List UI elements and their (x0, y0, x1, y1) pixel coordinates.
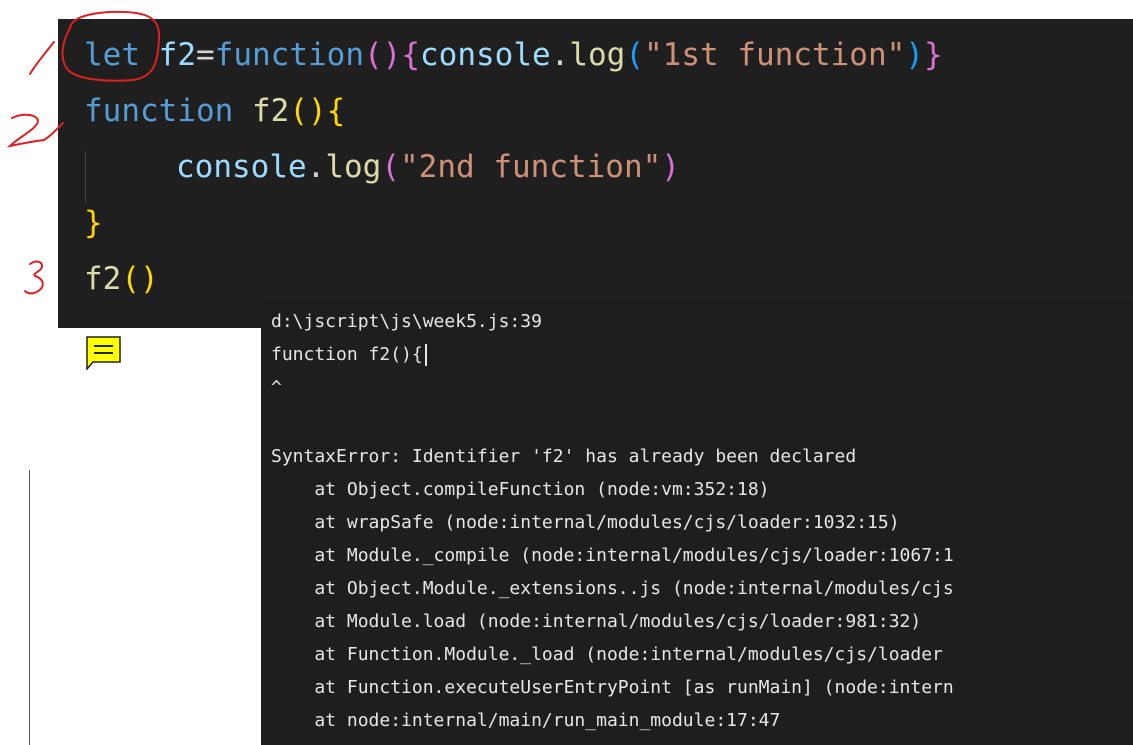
function-name: f2 (251, 93, 290, 129)
log-method: log (325, 149, 382, 185)
paren-close: ) (382, 37, 402, 73)
terminal-output[interactable]: d:\jscript\js\week5.js:39 function f2(){… (261, 300, 1133, 745)
brace-close: } (923, 37, 943, 73)
code-editor[interactable]: let f2=function(){console.log("1st funct… (58, 19, 1133, 328)
paren-open: ( (363, 37, 383, 73)
keyword-function: function (214, 37, 364, 73)
stack-trace-line: at node:internal/main/run_main_module:17… (271, 710, 781, 731)
code-line-1[interactable]: let f2=function(){console.log("1st funct… (84, 27, 943, 83)
assign-operator: = (196, 37, 215, 73)
code-line-3[interactable]: console.log("2nd function") (176, 139, 680, 195)
stack-trace-line: at Function.Module._load (node:internal/… (271, 644, 943, 665)
stack-trace-line: at Object.Module._extensions..js (node:i… (271, 578, 954, 599)
handwritten-number-1 (29, 41, 55, 75)
text-cursor (424, 344, 427, 366)
parens: () (121, 261, 159, 297)
stack-trace-line: at Module.load (node:internal/modules/cj… (271, 611, 922, 632)
call-paren-close: ) (661, 149, 680, 185)
terminal-line-error: SyntaxError: Identifier 'f2' has already… (271, 446, 857, 467)
code-line-5[interactable]: f2() (84, 251, 159, 307)
stack-trace-line: at Object.compileFunction (node:vm:352:1… (271, 479, 770, 500)
stack-trace-line: at wrapSafe (node:internal/modules/cjs/l… (271, 512, 900, 533)
console-object: console (420, 37, 551, 73)
keyword-function: function (84, 93, 234, 129)
handwritten-number-2 (6, 113, 64, 148)
parens: () (289, 93, 327, 129)
log-method: log (569, 37, 626, 73)
stack-trace-line: at Function.executeUserEntryPoint [as ru… (271, 677, 954, 698)
code-line-4[interactable]: } (84, 195, 103, 251)
code-line-2[interactable]: function f2(){ (84, 83, 345, 139)
string-literal: "2nd function" (400, 149, 662, 185)
terminal-source-text: function f2(){ (271, 344, 423, 365)
console-object: console (176, 149, 307, 185)
string-literal: "1st function" (644, 37, 906, 73)
note-icon[interactable] (86, 336, 122, 372)
call-paren-close: ) (905, 37, 924, 73)
keyword-let: let (84, 37, 140, 73)
stack-indent-guide (29, 470, 30, 745)
terminal-line-file: d:\jscript\js\week5.js:39 (271, 311, 542, 332)
call-paren-open: ( (625, 37, 644, 73)
dot-operator: . (306, 149, 326, 185)
brace-close: } (84, 205, 103, 241)
call-paren-open: ( (381, 149, 400, 185)
terminal-line-caret: ^ (271, 377, 282, 398)
stack-trace-line: at Module._compile (node:internal/module… (271, 545, 954, 566)
identifier-f2: f2 (158, 37, 196, 73)
function-call-name: f2 (84, 261, 122, 297)
handwritten-number-3 (24, 260, 44, 295)
terminal-line-source: function f2(){ (271, 341, 427, 369)
dot-operator: . (550, 37, 570, 73)
brace-open: { (401, 37, 420, 73)
brace-open: { (326, 93, 346, 129)
